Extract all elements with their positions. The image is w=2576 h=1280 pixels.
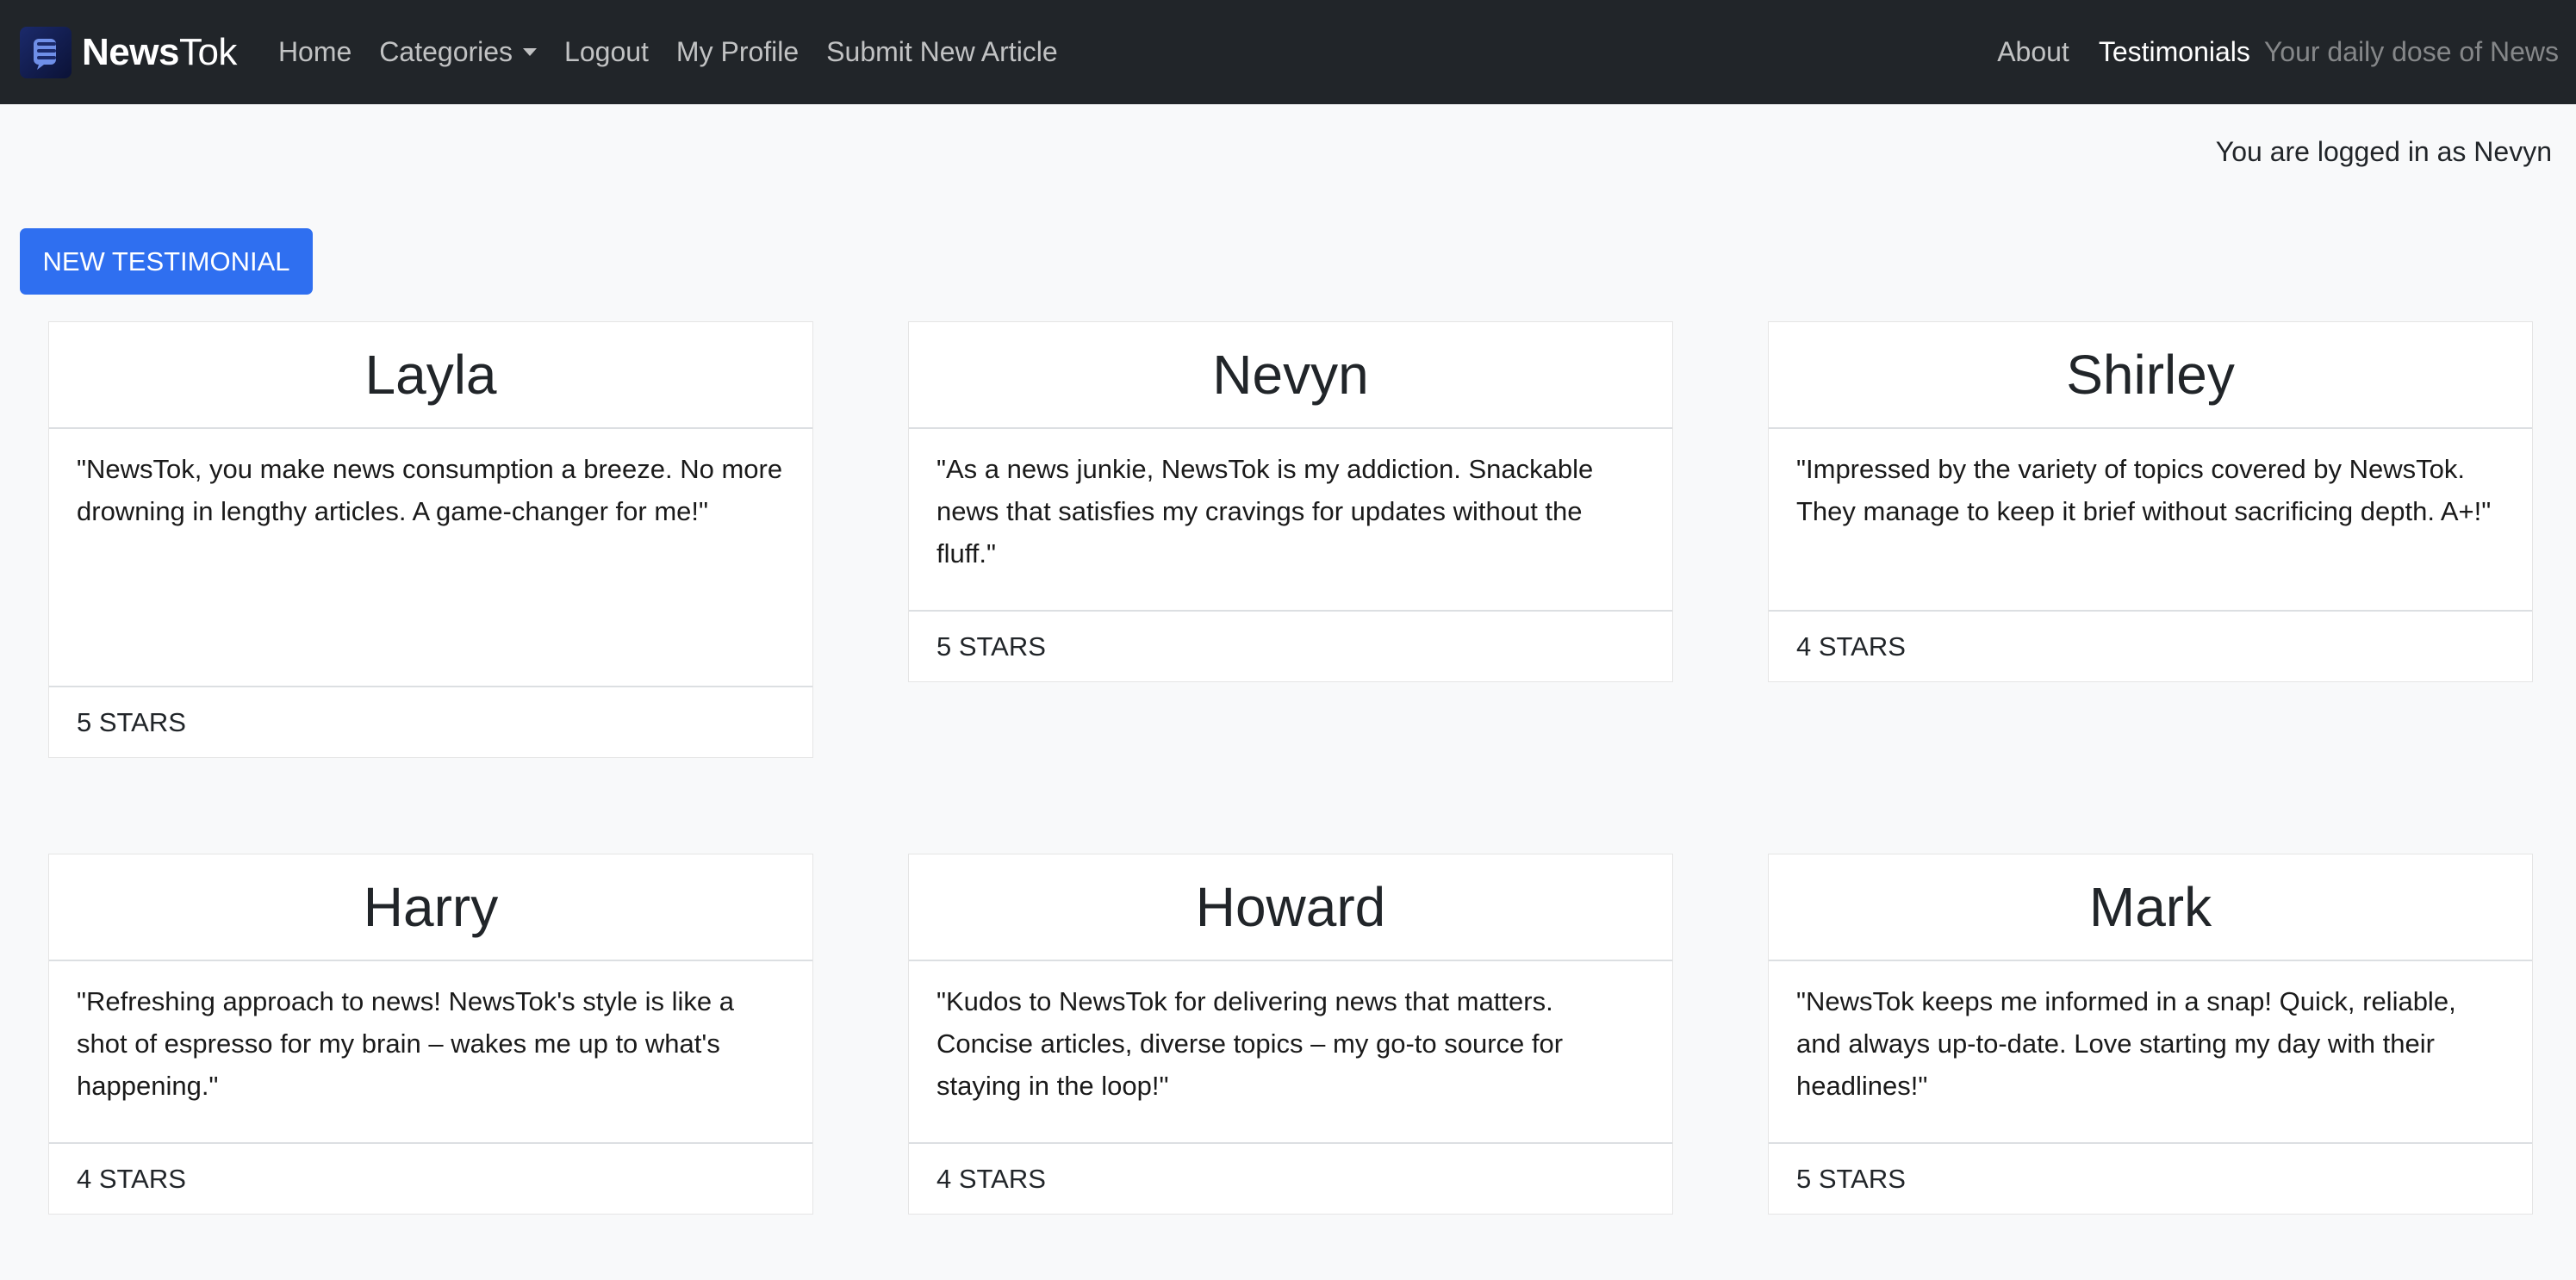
- nav-testimonials[interactable]: Testimonials: [2099, 36, 2250, 68]
- testimonial-author: Howard: [1195, 876, 1386, 938]
- testimonial-rating: 5 STARS: [1796, 1163, 1906, 1194]
- testimonial-rating: 4 STARS: [936, 1163, 1046, 1194]
- testimonial-rating: 5 STARS: [77, 706, 186, 737]
- testimonial-author: Shirley: [2066, 344, 2235, 406]
- newstok-logo-icon: [20, 26, 72, 78]
- testimonial-author: Layla: [364, 344, 497, 406]
- brand-name: NewsTok: [82, 30, 237, 73]
- testimonial-card: Shirley "Impressed by the variety of top…: [1768, 321, 2533, 682]
- nav-categories-dropdown[interactable]: Categories: [379, 36, 538, 68]
- brand[interactable]: NewsTok: [20, 26, 237, 78]
- testimonial-rating: 4 STARS: [77, 1163, 186, 1194]
- testimonial-text: "Refreshing approach to news! NewsTok's …: [49, 961, 812, 1144]
- navbar-tagline: Your daily dose of News: [2263, 36, 2559, 67]
- testimonial-text: "NewsTok keeps me informed in a snap! Qu…: [1769, 961, 2532, 1144]
- nav-home[interactable]: Home: [278, 36, 352, 68]
- testimonial-text: "Impressed by the variety of topics cove…: [1769, 429, 2532, 612]
- testimonial-author: Mark: [2088, 876, 2212, 938]
- nav-submit-article[interactable]: Submit New Article: [826, 36, 1058, 68]
- testimonial-text: "NewsTok, you make news consumption a br…: [49, 429, 812, 687]
- testimonial-card: Nevyn "As a news junkie, NewsTok is my a…: [908, 321, 1673, 682]
- testimonial-text: "As a news junkie, NewsTok is my addicti…: [909, 429, 1672, 612]
- testimonial-card: Mark "NewsTok keeps me informed in a sna…: [1768, 854, 2533, 1215]
- top-navbar: NewsTok Home Categories Logout My Profil…: [0, 0, 2576, 104]
- testimonial-card: Harry "Refreshing approach to news! News…: [48, 854, 813, 1215]
- testimonial-card: Howard "Kudos to NewsTok for delivering …: [908, 854, 1673, 1215]
- testimonial-rating: 4 STARS: [1796, 631, 1906, 662]
- nav-logout[interactable]: Logout: [564, 36, 649, 68]
- testimonial-author: Nevyn: [1212, 344, 1369, 406]
- new-testimonial-button[interactable]: NEW TESTIMONIAL: [20, 228, 313, 295]
- nav-about[interactable]: About: [1997, 36, 2069, 68]
- nav-categories-label: Categories: [379, 36, 513, 67]
- testimonial-author: Harry: [363, 876, 499, 938]
- logged-in-status: You are logged in as Nevyn: [2215, 136, 2552, 167]
- testimonial-card: Layla "NewsTok, you make news consumptio…: [48, 321, 813, 758]
- testimonial-rating: 5 STARS: [936, 631, 1046, 662]
- testimonial-text: "Kudos to NewsTok for delivering news th…: [909, 961, 1672, 1144]
- caret-down-icon: [523, 48, 538, 56]
- nav-my-profile[interactable]: My Profile: [676, 36, 799, 68]
